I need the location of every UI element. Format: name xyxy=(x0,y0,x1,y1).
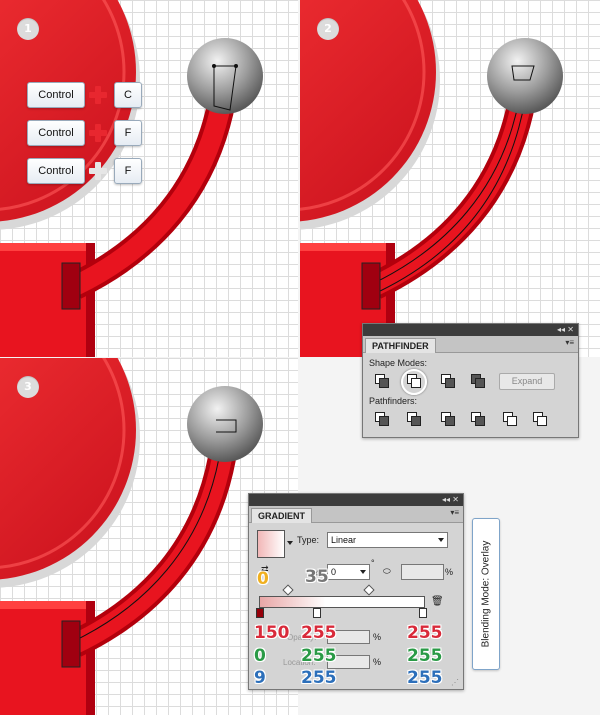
divide-button[interactable] xyxy=(375,412,389,426)
panel-menu-icon[interactable]: ▾≡ xyxy=(565,338,574,347)
panel-menu-icon[interactable]: ▾≡ xyxy=(450,508,459,517)
bell-base xyxy=(0,243,95,357)
resize-grip-icon[interactable]: ⋰ xyxy=(451,678,459,687)
blending-mode-tag: Blending Mode: Overlay xyxy=(472,518,500,670)
angle-unit: ° xyxy=(371,558,375,568)
plus-icon xyxy=(89,162,107,180)
panel-titlebar[interactable]: ◂◂ ✕ xyxy=(249,494,463,506)
mid-stop-blue: 255 xyxy=(301,668,337,688)
tab-pathfinder[interactable]: PATHFINDER xyxy=(365,338,436,353)
mid-stop-green: 255 xyxy=(301,646,337,666)
crop-button[interactable] xyxy=(471,412,485,426)
minus-back-button[interactable] xyxy=(533,412,547,426)
left-stop-red: 150 xyxy=(254,623,290,643)
left-stop-green: 0 xyxy=(254,646,266,666)
angle-input[interactable]: 0 xyxy=(327,564,370,580)
aspect-ratio-icon: ⬭ xyxy=(383,566,391,576)
gradient-stop-left[interactable] xyxy=(256,608,264,618)
metal-ball xyxy=(187,386,263,462)
midpoint-diamond[interactable] xyxy=(282,584,294,596)
pathfinder-panel[interactable]: ◂◂ ✕ PATHFINDER ▾≡ Shape Modes: Expand P… xyxy=(362,323,579,438)
step-number: 1 xyxy=(17,18,39,40)
outline-button[interactable] xyxy=(503,412,517,426)
right-stop-green: 255 xyxy=(407,646,443,666)
chevron-down-icon xyxy=(438,538,444,542)
opacity-unit: % xyxy=(373,632,382,642)
gradient-stop-mid[interactable] xyxy=(313,608,321,618)
left-stop-blue: 9 xyxy=(254,668,266,688)
step-panel-1: 1 Control C Control F Control F xyxy=(0,0,298,357)
mid-stop-red: 255 xyxy=(301,623,337,643)
aspect-ratio-input[interactable] xyxy=(401,564,444,580)
gradient-type-value: Linear xyxy=(331,535,357,545)
gradient-slider[interactable] xyxy=(259,596,425,608)
c-key: C xyxy=(114,82,142,108)
gradient-type-select[interactable]: Linear xyxy=(327,532,448,548)
location-unit: % xyxy=(373,657,382,667)
unite-button[interactable] xyxy=(375,374,389,388)
trim-button[interactable] xyxy=(407,412,421,426)
metal-ball xyxy=(487,38,563,114)
metal-ball xyxy=(187,38,263,114)
angle-value: 0 xyxy=(331,567,337,577)
panel-titlebar[interactable]: ◂◂ ✕ xyxy=(363,324,578,336)
collapse-close-icon[interactable]: ◂◂ ✕ xyxy=(557,324,574,336)
control-key: Control xyxy=(27,158,85,184)
step-number: 2 xyxy=(317,18,339,40)
chevron-down-icon xyxy=(360,570,366,574)
plus-icon xyxy=(89,86,107,104)
control-key: Control xyxy=(27,120,85,146)
merge-button[interactable] xyxy=(441,412,455,426)
right-stop-red: 255 xyxy=(407,623,443,643)
trash-icon[interactable]: 🗑 xyxy=(431,596,444,607)
shape-modes-label: Shape Modes: xyxy=(369,358,428,368)
step-panel-2: 2 xyxy=(300,0,600,357)
gradient-panel[interactable]: ◂◂ ✕ GRADIENT ▾≡ Type: Linear ⇄ △ 0 ° ⬭ … xyxy=(248,493,464,690)
gradient-swatch[interactable] xyxy=(257,530,285,558)
exclude-button[interactable] xyxy=(471,374,485,388)
pathfinders-label: Pathfinders: xyxy=(369,396,418,406)
collapse-close-icon[interactable]: ◂◂ ✕ xyxy=(442,494,459,506)
bell-illustration-2 xyxy=(300,0,563,357)
minus-front-button[interactable] xyxy=(407,374,421,388)
bell-base xyxy=(0,601,95,715)
aspect-unit: % xyxy=(445,567,454,577)
f-key: F xyxy=(114,120,142,146)
swatch-dropdown-icon[interactable] xyxy=(287,541,293,545)
type-label: Type: xyxy=(297,535,320,545)
callout-angle: 0 xyxy=(257,569,269,589)
step-number: 3 xyxy=(17,376,39,398)
blending-mode-label: Blending Mode: Overlay xyxy=(480,540,492,648)
gradient-stop-right[interactable] xyxy=(419,608,427,618)
control-key: Control xyxy=(27,82,85,108)
plus-icon xyxy=(89,124,107,142)
right-stop-blue: 255 xyxy=(407,668,443,688)
expand-button[interactable]: Expand xyxy=(499,373,555,390)
intersect-button[interactable] xyxy=(441,374,455,388)
callout-location: 35 xyxy=(305,567,329,587)
tab-gradient[interactable]: GRADIENT xyxy=(251,508,312,523)
midpoint-diamond[interactable] xyxy=(363,584,375,596)
f-key: F xyxy=(114,158,142,184)
